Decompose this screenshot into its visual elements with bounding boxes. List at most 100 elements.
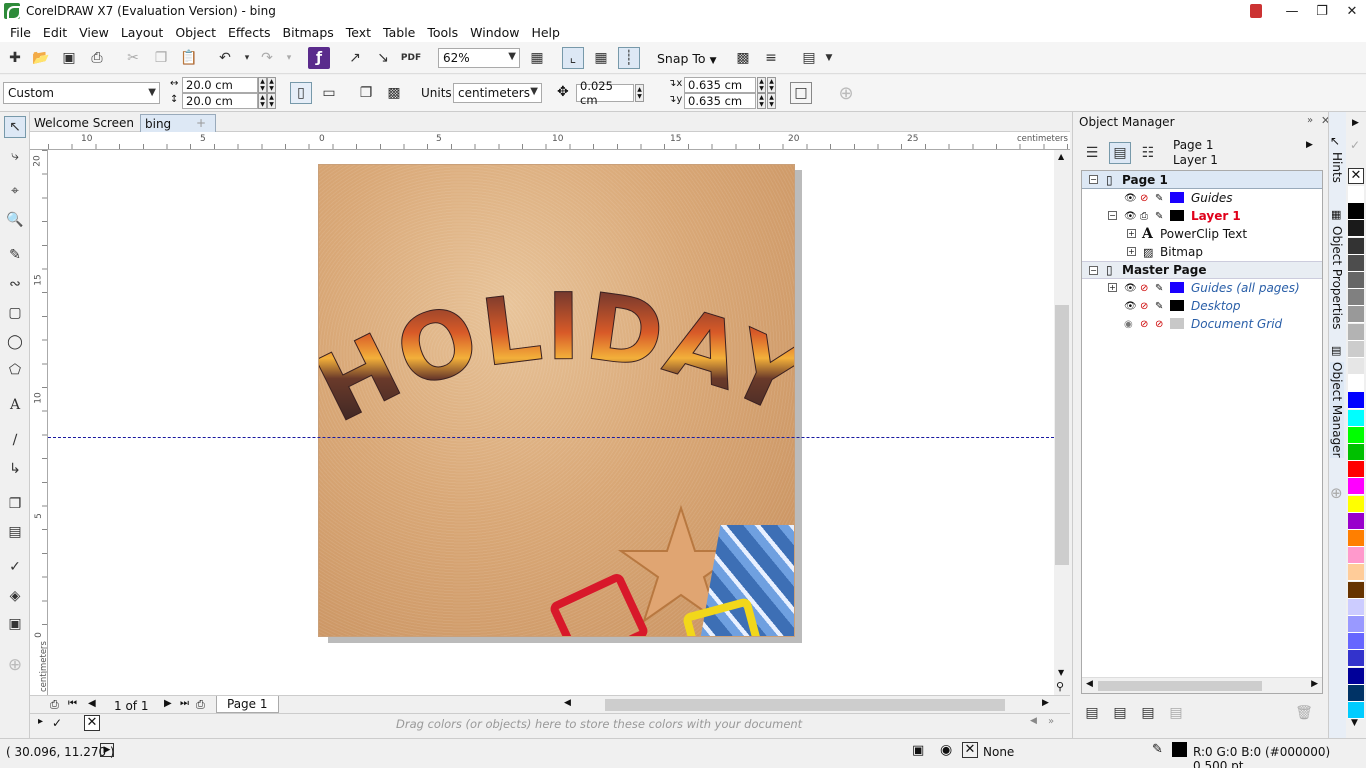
show-grid-icon[interactable]: ▦ [590, 47, 612, 69]
palette-color-swatch[interactable] [1348, 340, 1364, 358]
application-launcher-icon[interactable]: ▤ [798, 47, 820, 69]
new-master-layer-odd-icon[interactable]: ▤ [1137, 702, 1159, 724]
layer-color-swatch[interactable] [1170, 210, 1184, 221]
palette-color-swatch[interactable] [1348, 375, 1364, 393]
palette-color-swatch[interactable] [1348, 650, 1364, 668]
visible-eye-icon[interactable]: 👁 [1124, 193, 1137, 204]
layer-color-swatch[interactable] [1170, 300, 1184, 311]
palette-color-swatch[interactable] [1348, 203, 1364, 221]
user-icon[interactable] [1240, 0, 1272, 22]
print-disabled-icon[interactable]: ⊘ [1140, 193, 1148, 204]
dup-y-spinner[interactable]: ▲ ▼ [757, 93, 766, 109]
expand-icon[interactable]: + [1127, 247, 1136, 256]
height-spinner[interactable]: ▲ ▼ [258, 93, 267, 109]
palette-color-swatch[interactable] [1348, 461, 1364, 479]
scroll-up-icon[interactable]: ▲ [1058, 152, 1064, 161]
new-tab-icon[interactable]: + [192, 114, 210, 132]
menu-help[interactable]: Help [525, 25, 566, 40]
palette-color-swatch[interactable] [1348, 220, 1364, 238]
palette-color-swatch[interactable] [1348, 702, 1364, 719]
menu-edit[interactable]: Edit [37, 25, 73, 40]
menu-table[interactable]: Table [377, 25, 421, 40]
palette-color-swatch[interactable] [1348, 478, 1364, 496]
interactive-fill-icon[interactable]: ◈ [4, 585, 26, 607]
menu-bitmaps[interactable]: Bitmaps [277, 25, 340, 40]
page-tab-page1[interactable]: Page 1 [216, 696, 279, 713]
scroll-right-icon[interactable]: ▶ [1042, 698, 1049, 708]
menu-layout[interactable]: Layout [115, 25, 170, 40]
tree-row-desktop[interactable]: 👁 ⊘ ✎ Desktop [1082, 297, 1322, 315]
full-screen-preview-icon[interactable]: ▦ [526, 47, 548, 69]
menu-effects[interactable]: Effects [222, 25, 277, 40]
treat-as-filled-icon[interactable]: □ [790, 82, 812, 104]
page-size-combo[interactable]: Custom ▼ [3, 82, 160, 104]
tree-row-guides[interactable]: 👁 ⊘ ✎ Guides [1082, 189, 1322, 207]
menu-file[interactable]: File [4, 25, 37, 40]
palette-color-swatch[interactable] [1348, 426, 1364, 444]
palette-color-swatch[interactable] [1348, 512, 1364, 530]
palette-color-swatch[interactable] [1348, 289, 1364, 307]
editable-pencil-icon[interactable]: ✎ [1155, 193, 1163, 204]
palette-color-swatch[interactable] [1348, 598, 1364, 616]
scroll-right-icon[interactable]: ▶ [1311, 679, 1318, 689]
play-icon[interactable]: ▶ [100, 743, 114, 757]
palette-color-swatch[interactable] [1348, 564, 1364, 582]
next-page-icon[interactable]: ▶ [164, 698, 172, 709]
cut-icon[interactable]: ✂ [122, 47, 144, 69]
tree-row-master-page[interactable]: − ▯ Master Page [1082, 261, 1322, 279]
palette-color-swatch[interactable] [1348, 254, 1364, 272]
editable-pencil-icon[interactable]: ✎ [1155, 211, 1163, 222]
close-button[interactable]: ✕ [1336, 0, 1366, 22]
crop-tool-icon[interactable]: ⌖ [4, 180, 26, 202]
shape-tool-icon[interactable]: ⤷ [4, 145, 26, 167]
no-fill-swatch[interactable]: ✕ [962, 742, 978, 758]
horizontal-guideline[interactable] [48, 437, 1054, 438]
palette-color-swatch[interactable] [1348, 616, 1364, 633]
zoom-level-combo[interactable]: 62% ▼ [438, 48, 520, 68]
add-docker-icon[interactable]: ⊕ [1330, 484, 1343, 502]
vertical-scroll-thumb[interactable] [1055, 305, 1069, 565]
layer-color-swatch[interactable] [1170, 192, 1184, 203]
polygon-tool-icon[interactable]: ⬠ [4, 359, 26, 381]
menu-text[interactable]: Text [340, 25, 377, 40]
print-disabled-icon[interactable]: ⊘ [1140, 301, 1148, 312]
palette-color-swatch[interactable] [1348, 358, 1364, 375]
add-page-after-icon[interactable]: ⎙ [196, 698, 205, 712]
artistic-media-icon[interactable]: ∾ [4, 273, 26, 295]
duplicate-x-field[interactable]: 0.635 cm [684, 77, 756, 93]
drawing-canvas[interactable]: HOLIDAY [48, 150, 1054, 695]
outline-color-swatch[interactable] [1172, 742, 1187, 757]
collapse-icon[interactable]: − [1108, 211, 1117, 220]
docker-menu-icon[interactable]: ▶ [1306, 140, 1313, 150]
palette-color-swatch[interactable] [1348, 237, 1364, 255]
palette-more-icon[interactable]: » [1048, 716, 1054, 727]
palette-color-swatch[interactable] [1348, 272, 1364, 289]
palette-color-swatch[interactable] [1348, 684, 1364, 702]
nudge-distance-field[interactable]: 0.025 cm [576, 79, 634, 107]
menu-window[interactable]: Window [464, 25, 525, 40]
layer-color-swatch[interactable] [1170, 318, 1184, 329]
palette-color-swatch[interactable] [1348, 409, 1364, 427]
options-icon[interactable]: ≡ [760, 47, 782, 69]
palette-scroll-icon[interactable]: ◀ [1030, 716, 1037, 726]
new-document-icon[interactable]: ✚ [4, 47, 26, 69]
smart-fill-icon[interactable]: ▣ [4, 613, 26, 635]
tree-row-page1[interactable]: − ▯ Page 1 [1082, 171, 1322, 189]
zoom-tool-icon[interactable]: 🔍 [4, 209, 26, 231]
restore-button[interactable]: ❐ [1306, 0, 1338, 22]
save-icon[interactable]: ▣ [58, 47, 80, 69]
hidden-eye-icon[interactable]: ◉ [1124, 319, 1133, 330]
transparency-tool-icon[interactable]: ▤ [4, 521, 26, 543]
show-rulers-icon[interactable]: ⌞ [562, 47, 584, 69]
palette-color-swatch[interactable] [1348, 633, 1364, 651]
show-object-properties-icon[interactable]: ☰ [1081, 142, 1103, 164]
height-spinner-alt[interactable]: ▲ ▼ [267, 93, 276, 109]
redo-icon[interactable]: ↷ [256, 47, 278, 69]
palette-color-swatch[interactable] [1348, 186, 1364, 203]
tree-row-powerclip[interactable]: + A PowerClip Text [1082, 225, 1322, 243]
tab-object-manager[interactable]: Object Manager [1330, 362, 1344, 458]
dup-x-spinner-alt[interactable]: ▲ ▼ [767, 77, 776, 93]
scroll-down-icon[interactable]: ▼ [1058, 668, 1064, 677]
width-spinner[interactable]: ▲ ▼ [258, 77, 267, 93]
delete-icon[interactable]: 🗑 [1293, 702, 1315, 724]
